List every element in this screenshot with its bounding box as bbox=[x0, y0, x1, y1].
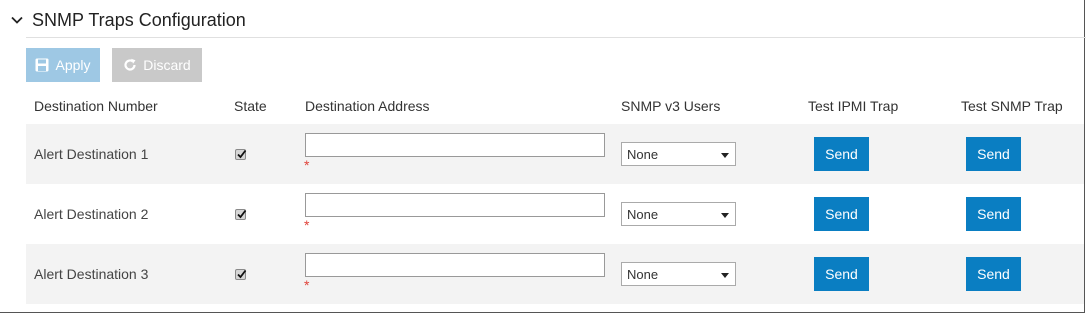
destination-label: Alert Destination 1 bbox=[34, 146, 149, 162]
send-ipmi-trap-button[interactable]: Send bbox=[814, 257, 869, 291]
refresh-icon bbox=[124, 58, 136, 71]
column-state: State bbox=[234, 98, 267, 114]
send-snmp-trap-button[interactable]: Send bbox=[966, 137, 1021, 171]
required-marker: * bbox=[304, 277, 310, 293]
state-checkbox[interactable] bbox=[235, 149, 247, 160]
required-marker: * bbox=[304, 157, 310, 173]
discard-label: Discard bbox=[143, 57, 191, 73]
destination-label: Alert Destination 3 bbox=[34, 266, 149, 282]
column-test-ipmi-trap: Test IPMI Trap bbox=[808, 98, 899, 114]
snmp-user-value: None bbox=[627, 146, 659, 162]
destination-address-input[interactable] bbox=[305, 193, 605, 217]
send-snmp-trap-button[interactable]: Send bbox=[966, 197, 1021, 231]
column-snmp-v3-users: SNMP v3 Users bbox=[621, 98, 721, 114]
state-checkbox[interactable] bbox=[235, 269, 247, 280]
apply-button[interactable]: Apply bbox=[26, 48, 100, 82]
save-icon bbox=[35, 58, 49, 72]
snmp-user-select[interactable]: None bbox=[621, 142, 736, 166]
section-title: SNMP Traps Configuration bbox=[32, 9, 246, 30]
snmp-user-select[interactable]: None bbox=[621, 202, 736, 226]
snmp-user-value: None bbox=[627, 266, 659, 282]
snmp-user-value: None bbox=[627, 206, 659, 222]
column-test-snmp-trap: Test SNMP Trap bbox=[961, 98, 1063, 114]
send-snmp-trap-button[interactable]: Send bbox=[966, 257, 1021, 291]
send-ipmi-trap-button[interactable]: Send bbox=[814, 137, 869, 171]
destination-address-input[interactable] bbox=[305, 253, 605, 277]
section-header[interactable]: SNMP Traps Configuration bbox=[6, 8, 246, 32]
destination-address-input[interactable] bbox=[305, 133, 605, 157]
table-row: Alert Destination 1 * None Send Send bbox=[26, 124, 1084, 184]
column-destination-number: Destination Number bbox=[34, 98, 158, 114]
send-ipmi-trap-button[interactable]: Send bbox=[814, 197, 869, 231]
destination-label: Alert Destination 2 bbox=[34, 206, 149, 222]
section-divider bbox=[26, 37, 1086, 38]
table-row: Alert Destination 3 * None Send Send bbox=[26, 244, 1084, 304]
discard-button[interactable]: Discard bbox=[112, 48, 202, 82]
snmp-user-select[interactable]: None bbox=[621, 262, 736, 286]
apply-label: Apply bbox=[55, 57, 91, 73]
required-marker: * bbox=[304, 217, 310, 233]
dropdown-caret-icon bbox=[721, 213, 729, 218]
state-checkbox[interactable] bbox=[235, 209, 247, 220]
column-destination-address: Destination Address bbox=[305, 98, 430, 114]
dropdown-caret-icon bbox=[721, 153, 729, 158]
chevron-down-icon[interactable] bbox=[6, 9, 28, 31]
dropdown-caret-icon bbox=[721, 273, 729, 278]
table-row: Alert Destination 2 * None Send Send bbox=[26, 184, 1084, 244]
